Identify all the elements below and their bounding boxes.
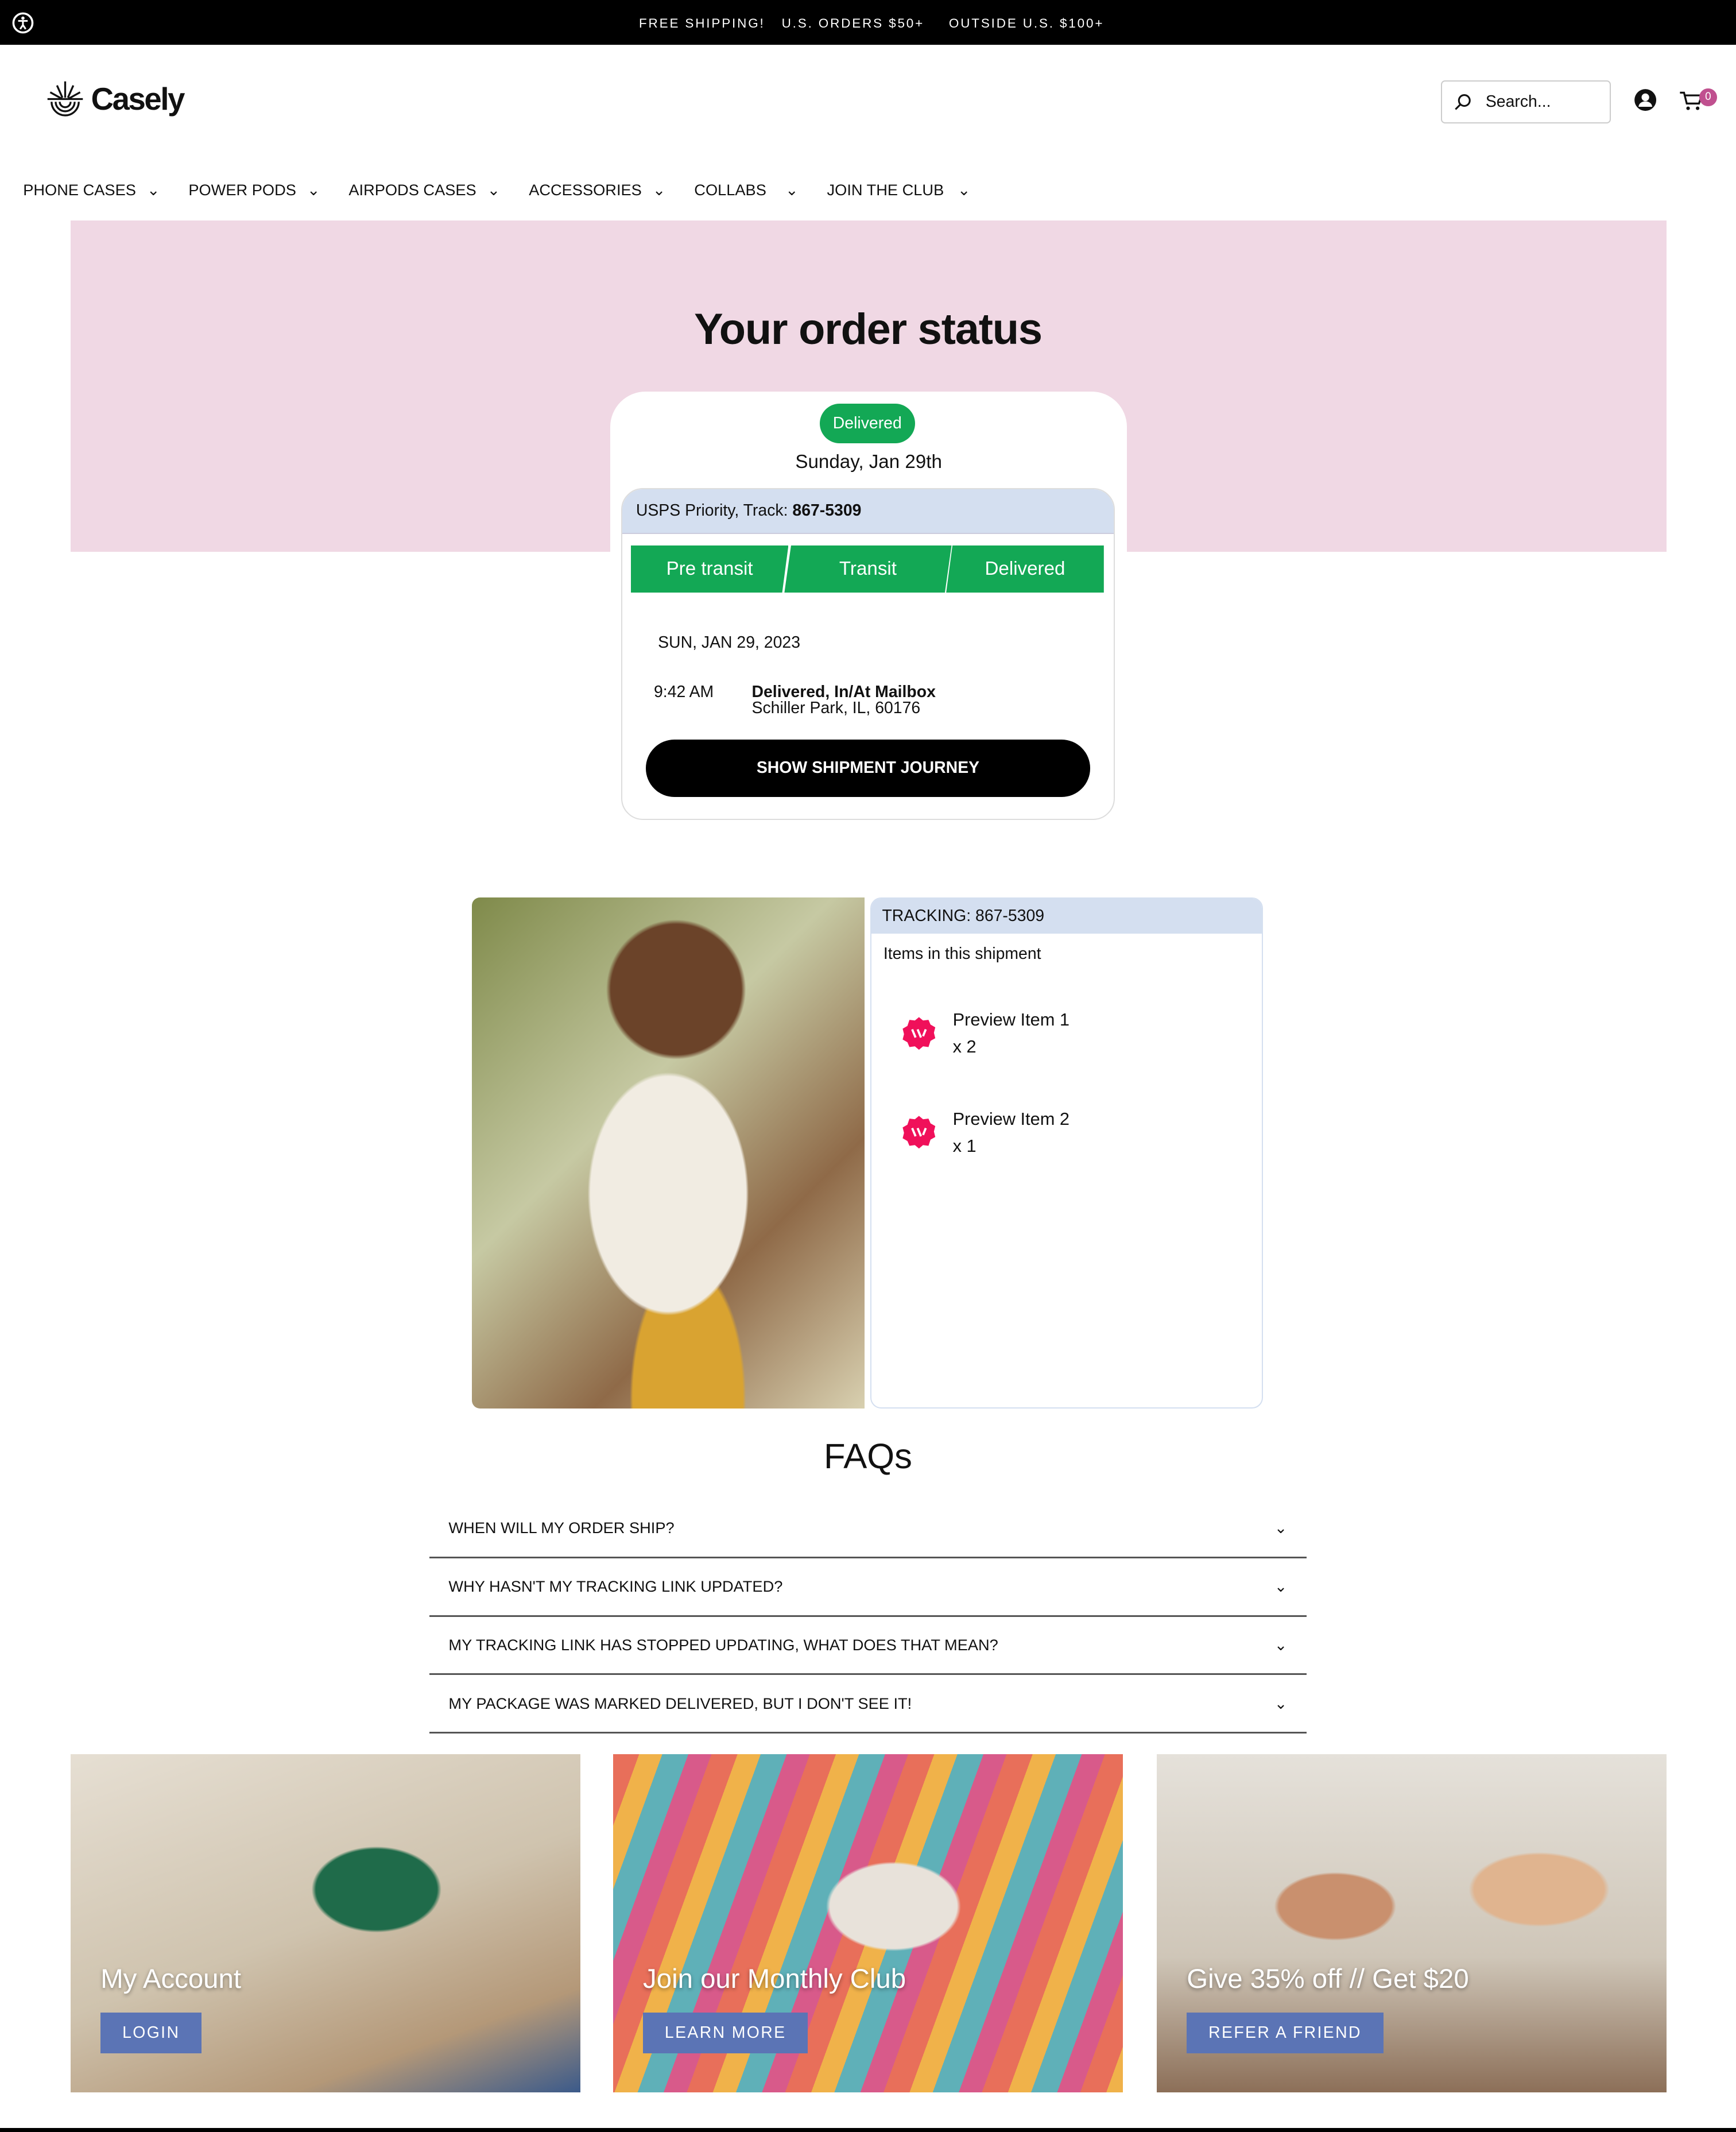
chevron-down-icon: ⌄ (487, 180, 501, 199)
tile-title: Join our Monthly Club (643, 1964, 906, 1995)
event-time: 9:42 AM (654, 682, 714, 701)
step-pre-transit: Pre transit (630, 545, 789, 593)
nav-label: PHONE CASES (23, 180, 136, 199)
account-icon[interactable] (1634, 88, 1657, 111)
delivery-date: Sunday, Jan 29th (795, 451, 942, 473)
tracking-number: 867-5309 (975, 906, 1045, 925)
list-item: Preview Item 1 x 2 (901, 1006, 1070, 1061)
chevron-down-icon: ⌄ (652, 180, 666, 199)
faq-question: WHEN WILL MY ORDER SHIP? (448, 1519, 675, 1537)
faq-item[interactable]: MY TRACKING LINK HAS STOPPED UPDATING, W… (429, 1617, 1307, 1676)
event-date: SUN, JAN 29, 2023 (658, 633, 800, 652)
search-placeholder: Search... (1485, 92, 1551, 111)
nav-label: AIRPODS CASES (348, 180, 476, 199)
page-title: Your order status (694, 305, 1043, 354)
chevron-down-icon: ⌄ (146, 180, 160, 199)
faq-question: MY TRACKING LINK HAS STOPPED UPDATING, W… (448, 1635, 998, 1654)
nav-accessories[interactable]: ACCESSORIES ⌄ (529, 181, 665, 199)
announcement-text: OUTSIDE U.S. $100+ (948, 16, 1105, 31)
nav-power-pods[interactable]: POWER PODS ⌄ (188, 181, 320, 199)
main-nav: PHONE CASES ⌄ POWER PODS ⌄ AIRPODS CASES ⌄ … (23, 181, 999, 199)
faq-title: FAQs (824, 1436, 912, 1476)
shipment-panel: TRACKING: 867-5309 Items in this shipmen… (870, 897, 1263, 1409)
list-item: Preview Item 2 x 1 (901, 1105, 1070, 1160)
item-qty: x 1 (952, 1136, 976, 1156)
step-transit: Transit (784, 545, 952, 593)
nav-label: POWER PODS (188, 180, 296, 199)
faq-item[interactable]: MY PACKAGE WAS MARKED DELIVERED, BUT I D… (429, 1675, 1307, 1734)
faq-item[interactable]: WHEN WILL MY ORDER SHIP? ⌄ (429, 1500, 1307, 1558)
tracking-label: TRACKING: (882, 906, 976, 925)
search-icon (1455, 94, 1471, 110)
login-button[interactable]: LOGIN (100, 2012, 202, 2053)
tile-my-account[interactable]: My Account LOGIN (71, 1754, 581, 2093)
model-photo (471, 897, 865, 1409)
refer-a-friend-button[interactable]: REFER A FRIEND (1187, 2012, 1384, 2053)
faq-question: MY PACKAGE WAS MARKED DELIVERED, BUT I D… (448, 1694, 912, 1712)
item-name: Preview Item 2 (952, 1108, 1070, 1129)
tile-title: My Account (100, 1964, 242, 1995)
nav-label: ACCESSORIES (529, 180, 642, 199)
chevron-down-icon: ⌄ (307, 180, 320, 199)
announcement-text: FREE SHIPPING! (638, 16, 765, 31)
announcement-text: U.S. ORDERS $50+ (781, 16, 925, 31)
nav-label: JOIN THE CLUB (827, 180, 944, 199)
cart-count-badge: 0 (1699, 88, 1717, 106)
chevron-down-icon: ⌄ (957, 180, 971, 199)
chevron-down-icon: ⌄ (785, 180, 799, 199)
tile-monthly-club[interactable]: Join our Monthly Club LEARN MORE (613, 1754, 1123, 2093)
item-qty: x 2 (952, 1036, 976, 1057)
item-badge-icon (902, 1116, 935, 1149)
shipment-subtitle: Items in this shipment (883, 945, 1041, 964)
tracking-number[interactable]: 867-5309 (792, 501, 861, 520)
search-input[interactable]: Search... (1441, 80, 1611, 124)
brand-name: Casely (91, 82, 185, 117)
status-badge: Delivered (819, 404, 915, 443)
tile-refer-friend[interactable]: Give 35% off // Get $20 REFER A FRIEND (1157, 1754, 1667, 2093)
chevron-down-icon: ⌄ (1274, 1694, 1288, 1712)
chevron-down-icon: ⌄ (1274, 1635, 1288, 1654)
carrier-label: USPS Priority, Track: (636, 501, 793, 520)
nav-label: COLLABS (694, 180, 766, 199)
tile-title: Give 35% off // Get $20 (1187, 1964, 1469, 1995)
event-location: Schiller Park, IL, 60176 (751, 699, 921, 718)
nav-join-the-club[interactable]: JOIN THE CLUB ⌄ (827, 181, 971, 199)
faq-item[interactable]: WHY HASN'T MY TRACKING LINK UPDATED? ⌄ (429, 1558, 1307, 1617)
item-name: Preview Item 1 (952, 1009, 1070, 1030)
shipment-header: TRACKING: 867-5309 (871, 898, 1262, 934)
faq-question: WHY HASN'T MY TRACKING LINK UPDATED? (448, 1577, 783, 1596)
nav-airpods-cases[interactable]: AIRPODS CASES ⌄ (348, 181, 500, 199)
nav-phone-cases[interactable]: PHONE CASES ⌄ (23, 181, 160, 199)
show-shipment-journey-button[interactable]: SHOW SHIPMENT JOURNEY (645, 740, 1091, 797)
announcement-bar: FREE SHIPPING! U.S. ORDERS $50+ OUTSIDE … (0, 0, 1736, 45)
learn-more-button[interactable]: LEARN MORE (643, 2012, 808, 2053)
step-delivered: Delivered (946, 545, 1104, 593)
tracking-header: USPS Priority, Track: 867-5309 (622, 489, 1114, 534)
logo[interactable]: Casely (45, 79, 185, 119)
item-badge-icon (902, 1016, 935, 1050)
chevron-down-icon: ⌄ (1274, 1577, 1288, 1596)
sun-logo-icon (47, 82, 83, 117)
nav-collabs[interactable]: COLLABS ⌄ (694, 181, 799, 199)
chevron-down-icon: ⌄ (1274, 1519, 1288, 1537)
accessibility-icon[interactable] (12, 12, 34, 34)
